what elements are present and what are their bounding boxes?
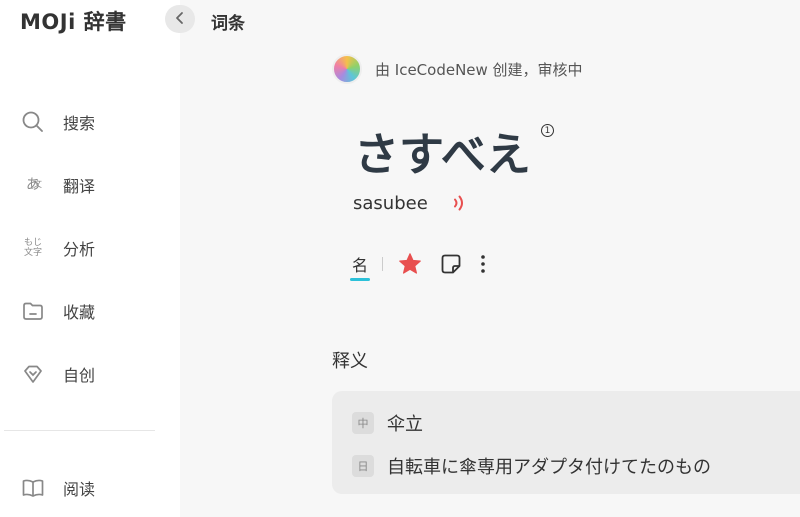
sidebar-item-search[interactable]: 搜索: [20, 107, 160, 137]
language-tag: 日: [352, 455, 374, 477]
page-title: 词条: [211, 14, 245, 34]
sidebar-item-label: 自创: [63, 366, 96, 385]
entry-romaji: sasubee: [353, 193, 428, 214]
diamond-icon: [20, 361, 46, 387]
star-icon[interactable]: [397, 251, 423, 277]
sidebar-item-favorites[interactable]: 收藏: [20, 296, 160, 326]
creator-row: 由 IceCodeNew 创建，审核中: [332, 54, 583, 84]
definition-row: 日 自転車に傘専用アダプタ付けてたのもの: [352, 453, 711, 479]
sidebar-item-label: 搜索: [63, 114, 96, 133]
folder-icon: [20, 298, 46, 324]
analysis-icon: もじ 文字: [23, 238, 42, 258]
translate-icon: あ文: [26, 177, 43, 193]
app-logo: MOJi 辞書: [20, 10, 127, 34]
definition-row: 中 伞立: [352, 410, 423, 436]
sidebar-item-label: 阅读: [63, 480, 96, 499]
language-tag: 中: [352, 412, 374, 434]
pitch-accent-badge: 1: [541, 124, 554, 137]
sidebar-divider: [4, 430, 155, 431]
definition-text: 伞立: [387, 414, 423, 435]
entry-actions: 名: [350, 251, 503, 281]
definition-card: 中 伞立 日 自転車に傘専用アダプタ付けてたのもの: [332, 391, 800, 494]
sidebar-item-create[interactable]: 自创: [20, 359, 160, 389]
sidebar-item-read[interactable]: 阅读: [20, 473, 160, 503]
book-icon: [20, 475, 46, 501]
action-divider: [382, 257, 384, 271]
sidebar-item-label: 收藏: [63, 303, 96, 322]
creator-text: 由 IceCodeNew 创建，审核中: [375, 60, 583, 79]
more-options-icon[interactable]: [479, 253, 487, 275]
note-icon[interactable]: [439, 252, 463, 276]
search-icon: [20, 109, 46, 135]
entry-word: さすべえ: [354, 128, 531, 181]
sidebar: MOJi 辞書 搜索 あ文 翻译 もじ 文字 分析 收藏 自创 阅读: [0, 0, 180, 517]
sidebar-item-label: 分析: [63, 240, 96, 259]
audio-icon[interactable]: [451, 192, 469, 218]
sidebar-item-label: 翻译: [63, 177, 96, 196]
chevron-left-icon: [174, 10, 186, 29]
part-of-speech-tag[interactable]: 名: [350, 252, 371, 281]
sidebar-item-translate[interactable]: あ文 翻译: [20, 170, 160, 200]
definitions-title: 释义: [332, 351, 368, 372]
back-button[interactable]: [165, 5, 195, 33]
avatar[interactable]: [332, 54, 362, 84]
definition-text: 自転車に傘専用アダプタ付けてたのもの: [387, 457, 711, 478]
sidebar-item-analysis[interactable]: もじ 文字 分析: [20, 233, 160, 263]
